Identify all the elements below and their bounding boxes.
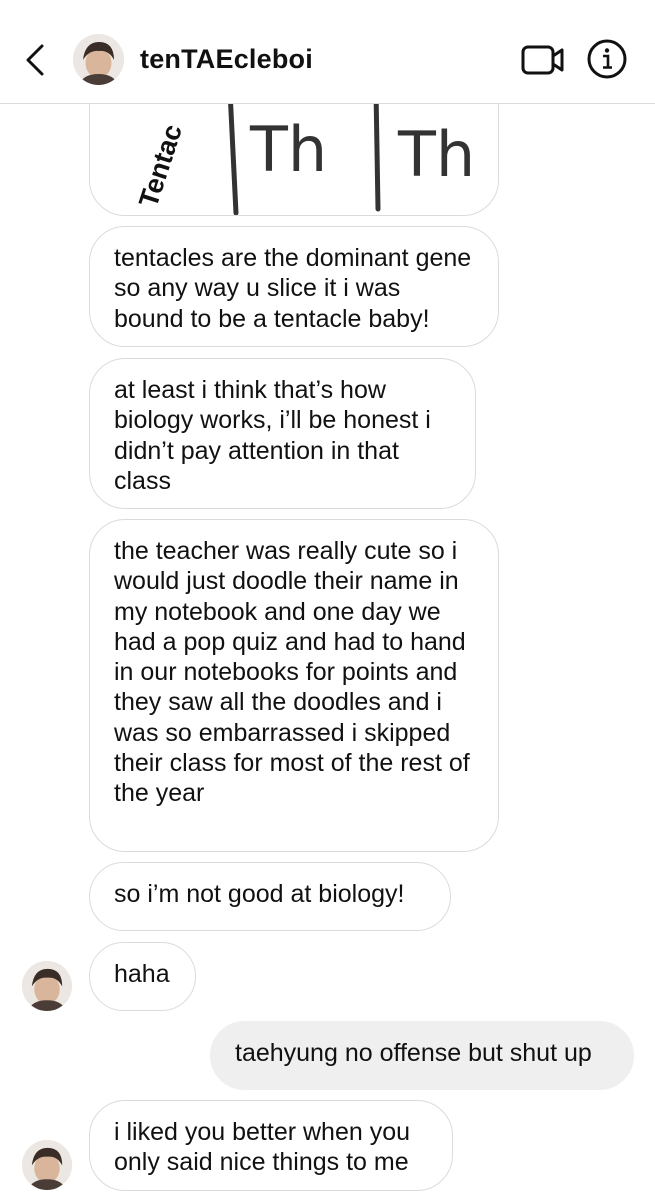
message-bubble[interactable]: haha [89,942,196,1011]
message-bubble[interactable]: at least i think that’s how biology work… [89,358,476,509]
avatar[interactable] [22,961,72,1011]
message-bubble[interactable]: so i’m not good at biology! [89,862,451,931]
profile-photo [22,1140,72,1190]
profile-photo [73,34,124,85]
message-text: i liked you better when you only said ni… [114,1118,411,1177]
chat-header: tenTAEcleboi [0,0,655,104]
video-call-button[interactable] [520,40,566,80]
message-text: tentacles are the dominant gene so any w… [114,244,472,333]
back-button[interactable] [20,40,52,80]
info-icon [587,39,627,79]
message-bubble[interactable]: the teacher was really cute so i would j… [89,519,499,852]
chat-username[interactable]: tenTAEcleboi [140,44,313,75]
sent-message-bubble[interactable]: taehyung no offense but shut up [210,1021,634,1090]
doodle-th-2: Th [397,118,475,191]
doodle-tentacle-text: Tentac [133,121,188,211]
message-text: taehyung no offense but shut up [235,1039,592,1067]
doodle-th-1: Th [249,113,327,186]
avatar[interactable] [73,34,124,85]
profile-photo [22,961,72,1011]
avatar[interactable] [22,1140,72,1190]
message-text: so i’m not good at biology! [114,880,405,908]
message-text: at least i think that’s how biology work… [114,376,431,495]
chevron-left-icon [26,44,44,76]
video-camera-icon [521,45,564,75]
message-text: haha [114,960,170,988]
info-button[interactable] [586,38,628,80]
message-bubble[interactable]: tentacles are the dominant gene so any w… [89,226,499,347]
message-bubble[interactable]: i liked you better when you only said ni… [89,1100,453,1191]
message-text: the teacher was really cute so i would j… [114,537,470,808]
